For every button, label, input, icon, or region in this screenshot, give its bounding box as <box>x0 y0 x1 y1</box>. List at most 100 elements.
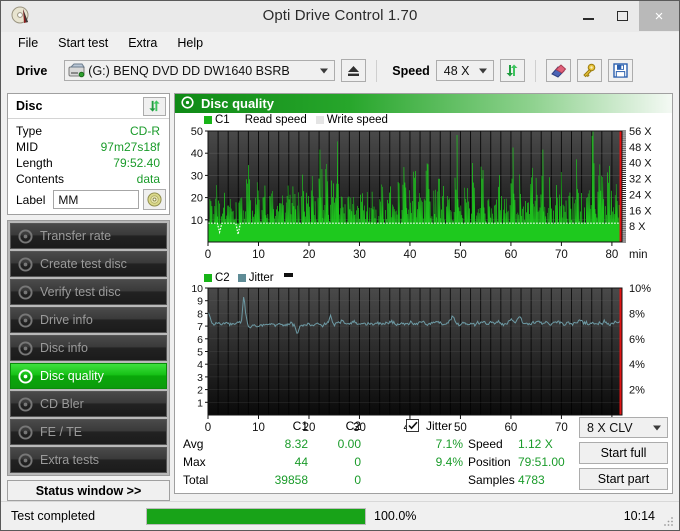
disc-icon <box>18 396 33 412</box>
menu-help[interactable]: Help <box>168 34 212 52</box>
sidebar-item-drive-info[interactable]: Drive info <box>10 307 167 333</box>
disc-row-type: Type CD-R <box>8 123 169 139</box>
eject-icon <box>348 65 360 76</box>
legend-swatch-jitter <box>237 273 246 282</box>
disc-label-button[interactable] <box>143 189 166 210</box>
chevron-down-icon <box>653 425 661 430</box>
svg-text:56 X: 56 X <box>629 127 652 138</box>
refresh-button[interactable] <box>499 59 525 82</box>
svg-text:2%: 2% <box>629 385 645 397</box>
sidebar-item-extra-tests[interactable]: Extra tests <box>10 447 167 473</box>
sidebar-item-verify-test-disc[interactable]: Verify test disc <box>10 279 167 305</box>
save-button[interactable] <box>607 59 633 82</box>
chevron-down-icon <box>320 68 329 73</box>
menu-file[interactable]: File <box>9 34 47 52</box>
legend-c1: C1 <box>204 114 230 126</box>
maximize-button[interactable] <box>605 1 639 31</box>
status-message: Test completed <box>11 509 96 523</box>
legend-label-c1: C1 <box>215 114 230 126</box>
disc-icon <box>18 340 33 356</box>
key-button[interactable] <box>576 59 602 82</box>
svg-text:9: 9 <box>197 296 203 308</box>
disc-icon <box>18 284 33 300</box>
menu-extra[interactable]: Extra <box>119 34 166 52</box>
samples-label: Samples <box>468 473 515 487</box>
c1-chart-svg: 10 20 30 40 50 8 X 16 X 24 X 32 X 40 X 48 X 56 X 0 10… <box>191 127 653 261</box>
test-speed-select-value: 8 X CLV <box>587 420 633 435</box>
svg-text:8: 8 <box>197 308 203 320</box>
sidebar-item-label: Verify test disc <box>40 285 121 299</box>
sidebar-item-disc-info[interactable]: Disc info <box>10 335 167 361</box>
svg-text:40 X: 40 X <box>629 158 652 170</box>
svg-text:min: min <box>629 249 648 261</box>
svg-text:40: 40 <box>191 148 203 160</box>
c2-jitter-chart: 123456789102%4%6%8%10%01020304050607080m… <box>175 284 672 436</box>
test-speed-select[interactable]: 8 X CLV <box>579 417 668 438</box>
speed-select[interactable]: 48 X <box>435 60 494 81</box>
svg-text:4: 4 <box>197 359 203 371</box>
disc-label-input[interactable]: MM <box>53 190 139 209</box>
legend-swatch-write-speed <box>315 116 324 124</box>
c1-chart: 10 20 30 40 50 8 X 16 X 24 X 32 X 40 X 48 X 56 X 0 10… <box>175 127 672 270</box>
minimize-button[interactable] <box>571 1 605 31</box>
disc-icon <box>18 424 33 440</box>
sidebar-item-fe-te[interactable]: FE / TE <box>10 419 167 445</box>
close-button[interactable]: × <box>639 1 679 31</box>
eject-button[interactable] <box>341 59 367 82</box>
start-part-button[interactable]: Start part <box>579 468 668 490</box>
sidebar-item-transfer-rate[interactable]: Transfer rate <box>10 223 167 249</box>
stats-max-c2: 0 <box>354 455 361 469</box>
svg-text:20: 20 <box>303 249 316 261</box>
legend-swatch-c1 <box>204 116 212 124</box>
sidebar-item-label: Disc quality <box>40 369 104 383</box>
stats-jitter-avg: 7.1% <box>435 437 463 451</box>
disc-quality-icon <box>18 368 33 384</box>
speed-select-value: 48 X <box>443 63 470 78</box>
sidebar-item-cd-bler[interactable]: CD Bler <box>10 391 167 417</box>
disc-icon <box>18 228 33 244</box>
disc-panel-title: Disc <box>16 99 43 113</box>
jitter-checkbox[interactable] <box>406 419 419 432</box>
position-label: Position <box>468 455 511 469</box>
disc-key: Contents <box>16 172 65 186</box>
disc-refresh-button[interactable] <box>143 96 166 116</box>
resize-gripper[interactable] <box>663 515 675 527</box>
svg-text:30: 30 <box>191 170 203 182</box>
disc-label-key: Label <box>16 192 46 207</box>
svg-text:4%: 4% <box>629 359 645 371</box>
page-title: Disc quality <box>201 96 274 111</box>
svg-text:10: 10 <box>191 284 203 295</box>
stats-col-c1: C1 <box>292 419 308 433</box>
svg-text:8%: 8% <box>629 308 645 320</box>
svg-text:6: 6 <box>197 334 203 346</box>
legend-c2: C2 <box>204 272 230 284</box>
cd-icon <box>147 192 162 207</box>
start-full-button[interactable]: Start full <box>579 442 668 464</box>
drive-select[interactable]: (G:) BENQ DVD DD DW1640 BSRB <box>64 60 336 81</box>
sidebar-item-create-test-disc[interactable]: Create test disc <box>10 251 167 277</box>
sidebar-nav: Transfer rate Create test disc Verify te… <box>7 220 170 476</box>
maximize-icon <box>616 11 628 21</box>
sidebar: Disc Type CD-R MID 97m27s18f Length 79:5… <box>7 93 170 501</box>
progress-bar-fill <box>147 508 365 524</box>
legend-label-c2: C2 <box>215 271 230 284</box>
svg-text:32 X: 32 X <box>629 174 652 186</box>
svg-text:60: 60 <box>505 249 518 261</box>
sidebar-item-label: Create test disc <box>40 257 127 271</box>
legend-label-write-speed: Write speed <box>326 114 388 126</box>
sidebar-item-label: Disc info <box>40 341 88 355</box>
stats-total-c1: 39858 <box>274 473 308 487</box>
sidebar-item-label: FE / TE <box>40 425 83 439</box>
menu-start-test[interactable]: Start test <box>49 34 117 52</box>
sidebar-item-disc-quality[interactable]: Disc quality <box>10 363 167 389</box>
sidebar-item-label: CD Bler <box>40 397 84 411</box>
erase-button[interactable] <box>545 59 571 82</box>
disc-label-row: Label MM <box>8 187 169 214</box>
svg-text:70: 70 <box>555 249 568 261</box>
sidebar-item-label: Extra tests <box>40 453 100 467</box>
svg-text:5: 5 <box>197 347 203 359</box>
svg-text:80: 80 <box>606 249 619 261</box>
legend-write-speed: Write speed <box>315 114 388 126</box>
status-window-button[interactable]: Status window >> <box>7 480 170 501</box>
speed-label: Speed <box>392 63 430 78</box>
